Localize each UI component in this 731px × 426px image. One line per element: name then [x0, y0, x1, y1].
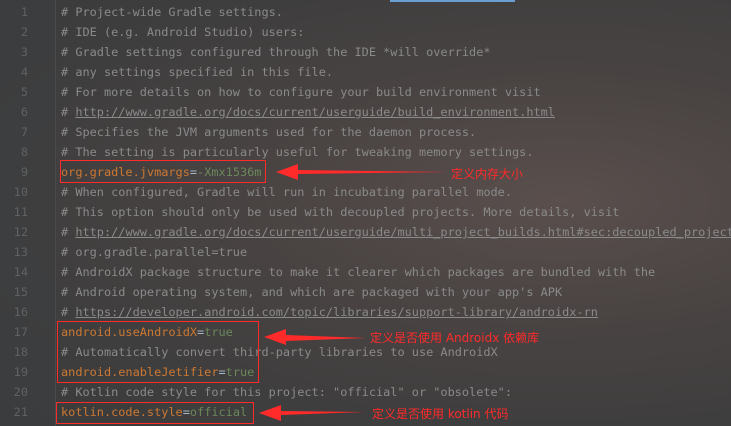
arrow-memory: [276, 164, 448, 180]
annotation-arrows: [259, 164, 448, 421]
annotation-kotlin: 定义是否使用 kotlin 代码: [372, 407, 509, 421]
arrow-androidx: [264, 329, 366, 345]
annotation-memory: 定义内存大小: [451, 167, 524, 181]
annotation-androidx: 定义是否使用 Androidx 依赖库: [370, 331, 540, 345]
arrow-kotlin: [259, 405, 364, 421]
